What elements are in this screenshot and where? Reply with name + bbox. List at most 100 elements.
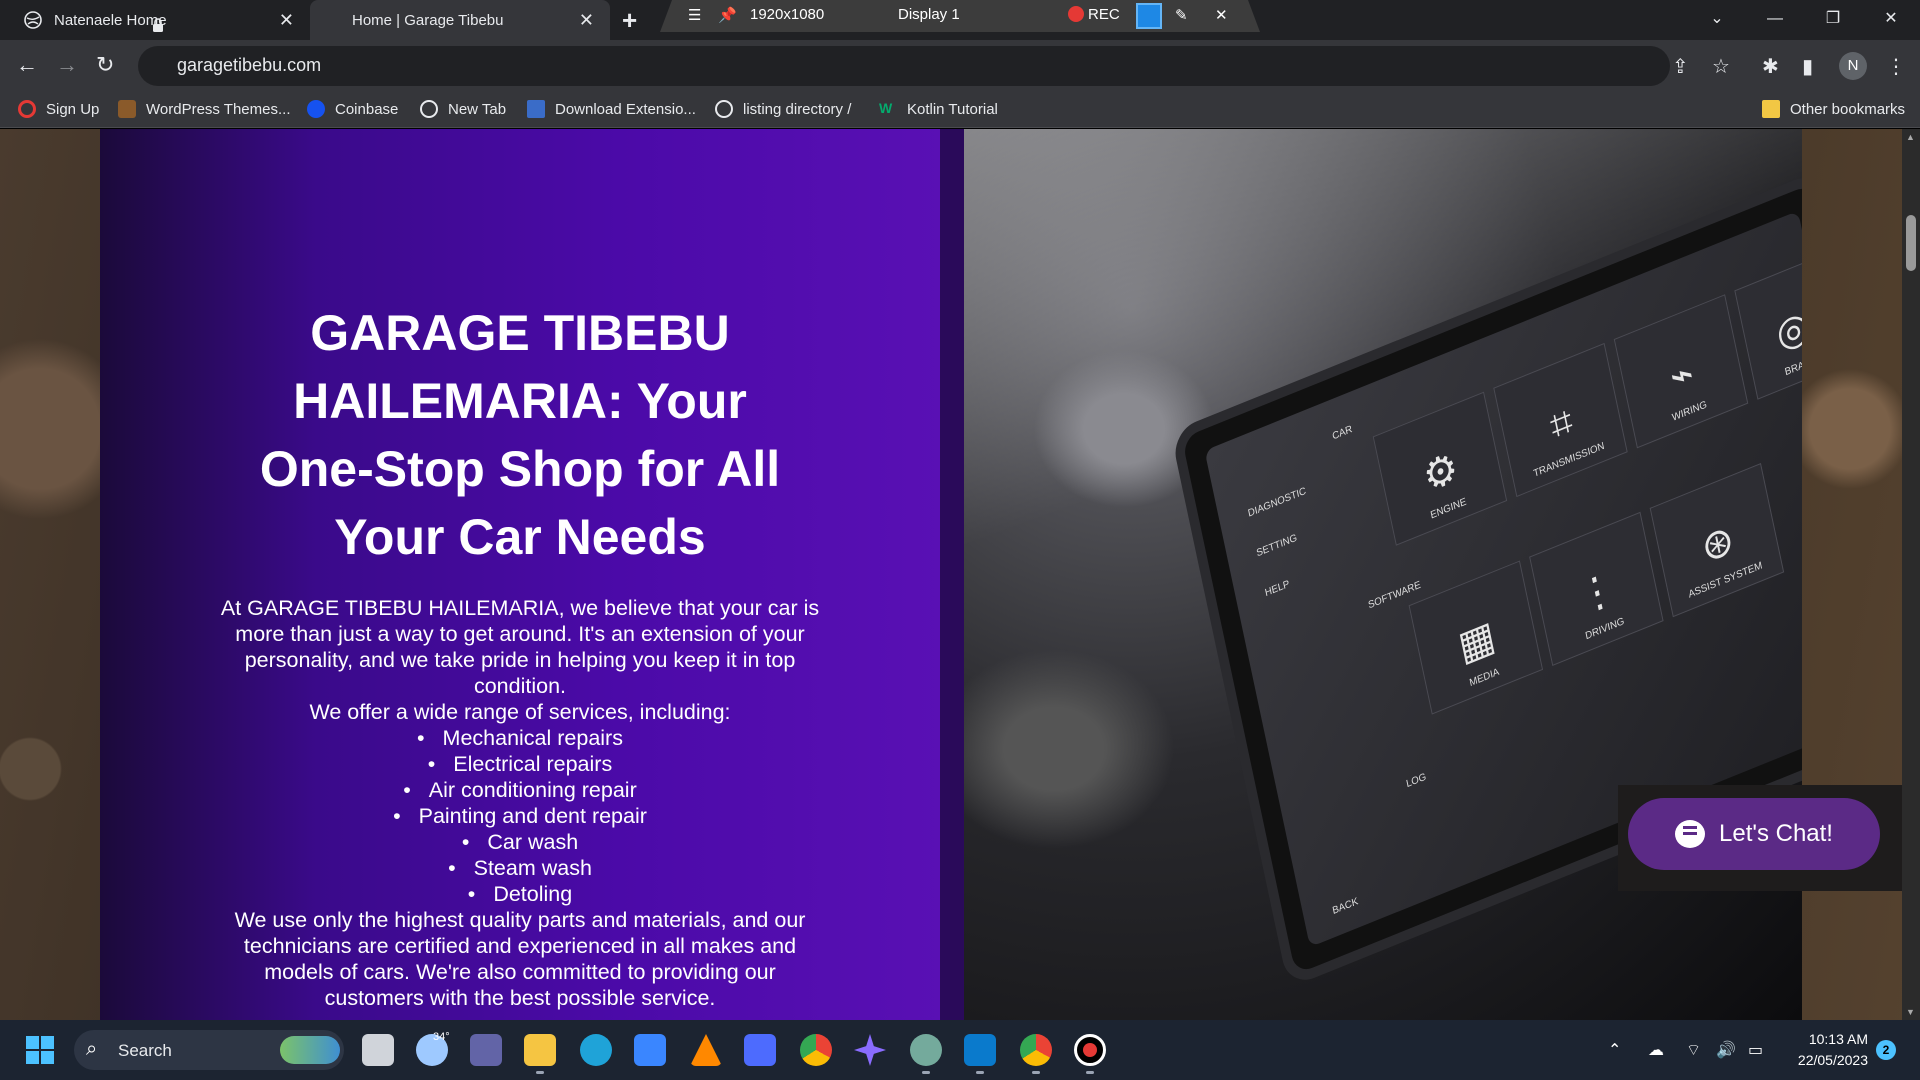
globe-icon: [715, 100, 733, 118]
list-item: Detoling: [218, 881, 822, 907]
driving-tile: ⋮ DRIVING: [1529, 511, 1664, 666]
speaker-icon[interactable]: 🔊: [1716, 1040, 1736, 1060]
globe-icon: [24, 11, 42, 29]
profile-avatar[interactable]: N: [1839, 52, 1867, 80]
power-automate-icon[interactable]: [744, 1034, 776, 1066]
chevron-up-icon[interactable]: ⌃: [1608, 1040, 1621, 1060]
bookmark-coinbase[interactable]: Coinbase: [307, 100, 398, 118]
chrome-profile-icon[interactable]: [1020, 1034, 1052, 1066]
list-item: Car wash: [218, 829, 822, 855]
extensions-icon[interactable]: ✱: [1762, 54, 1779, 79]
edge-icon[interactable]: [580, 1034, 612, 1066]
pen-icon[interactable]: ✎: [1175, 6, 1188, 24]
minimize-button[interactable]: —: [1746, 0, 1804, 40]
chrome-icon[interactable]: [800, 1034, 832, 1066]
scroll-thumb[interactable]: [1906, 215, 1916, 271]
bookmark-star-icon[interactable]: ☆: [1712, 54, 1730, 79]
engine-tile: ⚙ ENGINE: [1372, 391, 1508, 546]
wiring-icon: ⌁: [1666, 348, 1698, 402]
bookmark-new-tab[interactable]: New Tab: [420, 100, 506, 118]
notification-badge[interactable]: 2: [1876, 1040, 1896, 1060]
recorder-toolbar: ☰ 📌 1920x1080 Display 1 REC ✎ ✕: [660, 0, 1260, 32]
file-explorer-icon[interactable]: [524, 1034, 556, 1066]
recorder-icon[interactable]: [1074, 1034, 1106, 1066]
road-icon: ⋮: [1574, 563, 1621, 623]
bookmark-download-extension[interactable]: Download Extensio...: [527, 100, 696, 118]
onedrive-icon[interactable]: ☁: [1648, 1040, 1664, 1060]
list-item: Mechanical repairs: [218, 725, 822, 751]
close-tab-icon[interactable]: ✕: [579, 10, 594, 31]
restore-button[interactable]: ❐: [1804, 0, 1862, 40]
new-tab-button[interactable]: +: [622, 6, 637, 34]
globe-icon: [420, 100, 438, 118]
list-item: Painting and dent repair: [218, 803, 822, 829]
window-controls: ⌄ — ❐ ✕: [1688, 0, 1920, 40]
wifi-icon[interactable]: ⌔: [1686, 1040, 1701, 1060]
bookmark-sign-up[interactable]: Sign Up: [18, 100, 99, 118]
search-icon: ⌕: [86, 1038, 98, 1060]
hero-title: GARAGE TIBEBU HAILEMARIA: Your One-Stop …: [259, 305, 781, 565]
clock-date[interactable]: 22/05/2023: [1786, 1052, 1868, 1068]
chevron-down-icon[interactable]: ⌄: [1688, 0, 1746, 40]
steering-icon: ⊛: [1697, 515, 1738, 573]
chatgpt-icon[interactable]: [910, 1034, 942, 1066]
bookmark-kotlin-tutorial[interactable]: W Kotlin Tutorial: [879, 100, 998, 118]
services-intro: We offer a wide range of services, inclu…: [309, 700, 731, 724]
address-bar[interactable]: [138, 46, 1670, 86]
forward-button[interactable]: →: [56, 52, 78, 78]
tab-garage-tibebu[interactable]: Home | Garage Tibebu ✕: [310, 0, 610, 40]
bookmark-wordpress-themes[interactable]: WordPress Themes...: [118, 100, 291, 118]
media-icon: ▦: [1454, 612, 1499, 671]
clock-time[interactable]: 10:13 AM: [1800, 1031, 1868, 1047]
tablet-back-label: BACK: [1331, 895, 1360, 918]
transmission-icon: ⌗: [1546, 397, 1577, 451]
list-item: Steam wash: [218, 855, 822, 881]
rec-button[interactable]: REC: [1068, 6, 1120, 23]
lock-icon[interactable]: [152, 18, 164, 32]
engine-icon: ⚙: [1419, 444, 1463, 502]
recorder-display[interactable]: Display 1: [898, 6, 960, 23]
capture-region-icon[interactable]: [1136, 3, 1162, 29]
chat-label: Let's Chat!: [1719, 820, 1833, 847]
wordpress-icon: [118, 100, 136, 118]
side-panel-icon[interactable]: ▮: [1802, 54, 1813, 79]
list-item: Electrical repairs: [218, 751, 822, 777]
close-icon[interactable]: ✕: [1215, 6, 1228, 24]
store-icon[interactable]: [634, 1034, 666, 1066]
windows-start-icon[interactable]: [26, 1036, 54, 1064]
extension-icon: [527, 100, 545, 118]
reload-button[interactable]: ↻: [96, 52, 114, 78]
opera-icon: [18, 100, 36, 118]
close-tab-icon[interactable]: ✕: [279, 10, 294, 31]
folder-icon: [1762, 100, 1780, 118]
scroll-up-arrow[interactable]: ▲: [1906, 132, 1915, 142]
lets-chat-button[interactable]: Let's Chat!: [1628, 798, 1880, 870]
tablet-menu-label: HELP: [1264, 578, 1291, 600]
task-view-icon[interactable]: [362, 1034, 394, 1066]
more-menu-icon[interactable]: ⋮: [1886, 54, 1906, 79]
assist-system-tile: ⊛ ASSIST SYSTEM: [1649, 463, 1785, 618]
page-scrollbar[interactable]: ▲ ▼: [1902, 129, 1920, 1020]
back-button[interactable]: ←: [16, 52, 38, 78]
battery-icon[interactable]: ▭: [1748, 1040, 1763, 1060]
menu-icon[interactable]: ☰: [688, 6, 701, 24]
other-bookmarks[interactable]: Other bookmarks: [1762, 100, 1905, 118]
pin-icon[interactable]: 📌: [718, 6, 737, 24]
w3-icon: W: [879, 100, 893, 116]
brake-tile: ◎ BRAKE: [1734, 252, 1802, 400]
record-icon: [1068, 6, 1084, 22]
chat-bubble-icon: [1675, 820, 1705, 848]
tablet-menu-label: SETTING: [1255, 532, 1299, 560]
tablet-section-label: CAR: [1331, 423, 1354, 443]
transmission-tile: ⌗ TRANSMISSION: [1493, 342, 1628, 498]
close-window-button[interactable]: ✕: [1862, 0, 1920, 40]
brake-icon: ◎: [1772, 301, 1802, 359]
hero-closing: We use only the highest quality parts an…: [234, 908, 806, 1010]
search-highlight-image[interactable]: [280, 1036, 340, 1064]
share-icon[interactable]: ⇪: [1672, 54, 1689, 79]
teams-icon[interactable]: [470, 1034, 502, 1066]
scroll-down-arrow[interactable]: ▼: [1906, 1007, 1915, 1017]
bookmark-listing-directory[interactable]: listing directory /: [715, 100, 851, 118]
vscode-icon[interactable]: [964, 1034, 996, 1066]
url-text[interactable]: garagetibebu.com: [177, 55, 321, 76]
